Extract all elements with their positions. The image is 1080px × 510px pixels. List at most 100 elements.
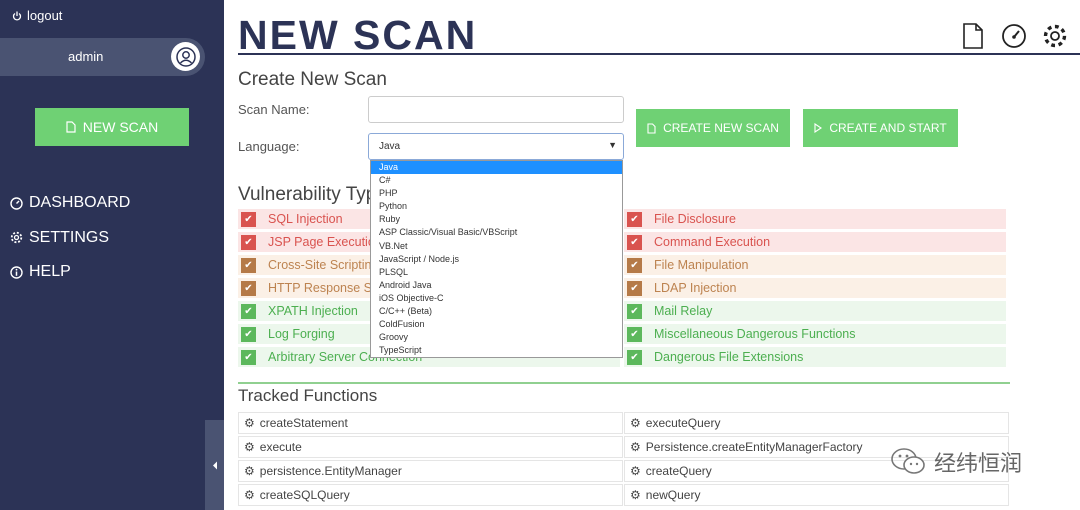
vuln-checkbox-file-disclosure[interactable]: ✔ File Disclosure: [624, 209, 1006, 229]
gear-icon: [10, 232, 23, 244]
sidebar-item-label: DASHBOARD: [29, 194, 131, 212]
vuln-label: HTTP Response Spl: [268, 281, 382, 295]
tracked-function-item[interactable]: ⚙ createSQLQuery: [238, 484, 623, 506]
document-icon[interactable]: [960, 22, 986, 50]
function-name: persistence.EntityManager: [259, 464, 402, 478]
top-toolbar: [960, 22, 1068, 50]
language-option-coldfusion[interactable]: ColdFusion: [371, 318, 622, 331]
tracked-functions-title: Tracked Functions: [238, 386, 378, 405]
logout-link[interactable]: logout: [12, 8, 62, 23]
sidebar-item-settings[interactable]: SETTINGS: [10, 221, 130, 256]
language-option-plsql[interactable]: PLSQL: [371, 266, 622, 279]
language-option-groovy[interactable]: Groovy: [371, 331, 622, 344]
vuln-label: Miscellaneous Dangerous Functions: [654, 327, 856, 341]
vuln-label: XPATH Injection: [268, 304, 358, 318]
language-dropdown-list: Java C# PHP Python Ruby ASP Classic/Visu…: [370, 160, 623, 358]
sidebar: logout admin NEW SCAN DASHBOARD SETTINGS…: [0, 0, 224, 510]
check-icon: ✔: [241, 234, 256, 250]
language-label: Language:: [238, 139, 300, 154]
vuln-label: JSP Page Execution: [268, 235, 382, 249]
vuln-label: Command Execution: [654, 235, 771, 249]
language-selected-value: Java: [379, 141, 401, 152]
vuln-checkbox-mail-relay[interactable]: ✔ Mail Relay: [624, 301, 1006, 321]
check-icon: ✔: [627, 349, 642, 365]
language-option-ruby[interactable]: Ruby: [371, 213, 622, 226]
watermark-text: 经纬恒润: [934, 451, 1023, 476]
function-name: createQuery: [645, 464, 712, 478]
check-icon: ✔: [241, 303, 256, 319]
language-option-java[interactable]: Java: [371, 161, 622, 175]
function-name: execute: [259, 440, 302, 454]
language-option-android-java[interactable]: Android Java: [371, 279, 622, 292]
tracked-function-item[interactable]: ⚙ newQuery: [624, 484, 1009, 506]
gear-icon[interactable]: [1042, 22, 1068, 50]
create-new-scan-button[interactable]: CREATE NEW SCAN: [636, 109, 790, 147]
speedometer-icon[interactable]: [1001, 22, 1027, 50]
check-icon: ✔: [241, 349, 256, 365]
tracked-function-item[interactable]: ⚙ executeQuery: [624, 412, 1009, 434]
user-panel: admin: [0, 38, 205, 76]
language-select[interactable]: Java ▼: [368, 133, 624, 160]
language-option-asp-classic[interactable]: ASP Classic/Visual Basic/VBScript: [371, 226, 622, 239]
new-scan-label: NEW SCAN: [82, 119, 159, 135]
create-and-start-label: CREATE AND START: [829, 121, 947, 135]
gear-icon: ⚙: [630, 416, 641, 430]
chevron-left-icon: [212, 461, 217, 469]
username: admin: [68, 49, 104, 64]
sidebar-item-label: HELP: [29, 263, 71, 281]
language-option-javascript[interactable]: JavaScript / Node.js: [371, 253, 622, 266]
gear-icon: ⚙: [244, 488, 255, 502]
create-new-scan-label: CREATE NEW SCAN: [663, 121, 779, 135]
caret-down-icon: ▼: [608, 140, 617, 150]
language-option-typescript[interactable]: TypeScript: [371, 344, 622, 357]
function-name: executeQuery: [645, 416, 721, 430]
tracked-function-item[interactable]: ⚙ execute: [238, 436, 623, 458]
check-icon: ✔: [241, 257, 256, 273]
language-option-c-cpp[interactable]: C/C++ (Beta): [371, 305, 622, 318]
check-icon: ✔: [627, 280, 642, 296]
function-name: Persistence.createEntityManagerFactory: [645, 440, 863, 454]
function-name: newQuery: [645, 488, 701, 502]
check-icon: ✔: [241, 280, 256, 296]
sidebar-collapse-toggle[interactable]: [205, 420, 224, 510]
language-option-vbnet[interactable]: VB.Net: [371, 240, 622, 253]
sidebar-item-label: SETTINGS: [29, 228, 110, 246]
section-divider: [238, 382, 1010, 384]
wechat-icon: [891, 448, 925, 474]
avatar[interactable]: [171, 42, 200, 71]
gear-icon: ⚙: [244, 464, 255, 478]
sidebar-item-dashboard[interactable]: DASHBOARD: [10, 186, 130, 221]
language-option-ios-objective-c[interactable]: iOS Objective-C: [371, 292, 622, 305]
check-icon: ✔: [627, 234, 642, 250]
watermark: 经纬恒润: [890, 446, 1022, 478]
logout-label: logout: [27, 8, 63, 23]
gear-icon: ⚙: [244, 440, 255, 454]
language-option-python[interactable]: Python: [371, 200, 622, 213]
dashboard-icon: [10, 197, 23, 210]
document-icon: [66, 121, 76, 133]
language-option-php[interactable]: PHP: [371, 187, 622, 200]
scan-name-input[interactable]: [368, 96, 624, 123]
vuln-label: Dangerous File Extensions: [654, 350, 804, 364]
vuln-checkbox-file-manipulation[interactable]: ✔ File Manipulation: [624, 255, 1006, 275]
gear-icon: ⚙: [630, 464, 641, 478]
vuln-checkbox-ldap-injection[interactable]: ✔ LDAP Injection: [624, 278, 1006, 298]
language-option-csharp[interactable]: C#: [371, 174, 622, 187]
sidebar-new-scan-button[interactable]: NEW SCAN: [35, 108, 189, 146]
vuln-label: Cross-Site Scripting: [268, 258, 379, 272]
tracked-function-item[interactable]: ⚙ persistence.EntityManager: [238, 460, 623, 482]
vuln-checkbox-dangerous-file-extensions[interactable]: ✔ Dangerous File Extensions: [624, 347, 1006, 367]
vuln-checkbox-command-execution[interactable]: ✔ Command Execution: [624, 232, 1006, 252]
tracked-function-item[interactable]: ⚙ createStatement: [238, 412, 623, 434]
vuln-label: SQL Injection: [268, 212, 343, 226]
vuln-label: File Disclosure: [654, 212, 736, 226]
check-icon: ✔: [627, 257, 642, 273]
vuln-label: File Manipulation: [654, 258, 749, 272]
title-divider: [238, 53, 1080, 55]
vuln-checkbox-misc-dangerous-functions[interactable]: ✔ Miscellaneous Dangerous Functions: [624, 324, 1006, 344]
vuln-label: LDAP Injection: [654, 281, 737, 295]
sidebar-item-help[interactable]: HELP: [10, 255, 130, 290]
create-and-start-button[interactable]: CREATE AND START: [803, 109, 958, 147]
function-name: createStatement: [259, 416, 348, 430]
gear-icon: ⚙: [630, 488, 641, 502]
